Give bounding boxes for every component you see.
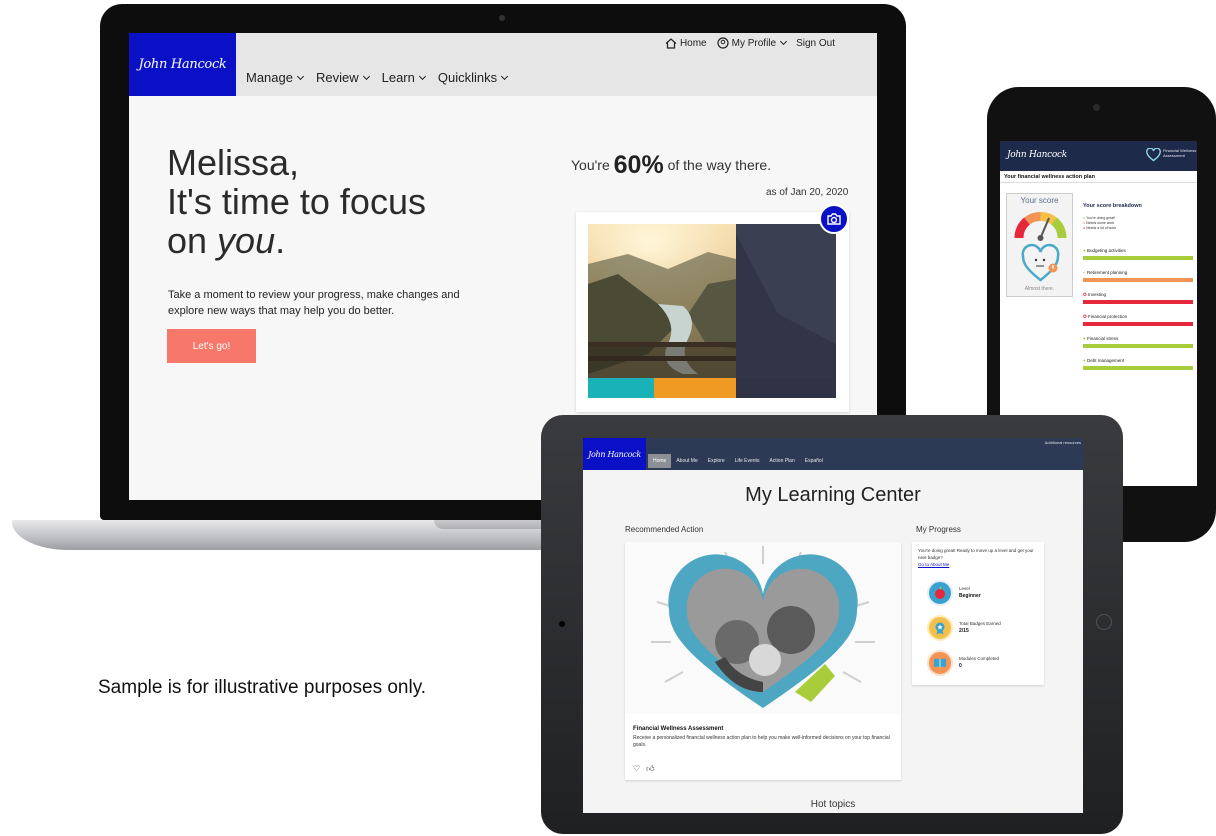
chevron-down-icon: [780, 37, 788, 46]
tab-about-me[interactable]: About Me: [671, 454, 702, 468]
lot-of-work-status-icon: ✪: [1083, 292, 1087, 297]
modules-completed-icon: [927, 650, 953, 676]
john-hancock-logo: John Hancock: [1007, 150, 1067, 160]
tablet-home-button: [1096, 614, 1112, 630]
phone-header: John Hancock Financial Wellness Assessme…: [1000, 141, 1197, 171]
chevron-down-icon: [501, 72, 509, 80]
home-link[interactable]: Home: [665, 38, 707, 49]
category-budgeting[interactable]: ● Budgeting activities: [1083, 248, 1193, 253]
tab-home[interactable]: Home: [648, 454, 672, 468]
badges-earned-icon: [927, 615, 953, 641]
family-heart-image: [625, 542, 901, 714]
main-menu: Manage Review Learn Quicklinks: [246, 70, 509, 85]
user-circle-icon: [717, 37, 729, 49]
hero-subtext: Take a moment to review your progress, m…: [168, 289, 460, 317]
tablet-camera: [559, 621, 565, 627]
some-work-status-icon: ●: [1083, 221, 1086, 225]
recommended-action-card[interactable]: Financial Wellness Assessment Receive a …: [625, 542, 901, 780]
badges-earned-value: 2/15: [959, 628, 969, 634]
sign-out-link[interactable]: Sign Out: [796, 38, 835, 49]
category-stress[interactable]: ● Financial stress: [1083, 336, 1193, 341]
badges-earned-label: Total Badges Earned: [959, 621, 1001, 626]
category-debt[interactable]: ● Debt management: [1083, 358, 1193, 363]
category-retirement[interactable]: ◐ Retirement planning: [1083, 270, 1193, 275]
my-progress-card: You're doing great! Ready to move up a l…: [912, 542, 1044, 685]
great-status-icon: ●: [1083, 358, 1086, 363]
progress-message: You're doing great! Ready to move up a l…: [918, 548, 1034, 560]
chevron-down-icon: [296, 72, 305, 80]
category-investing[interactable]: ✪ Investing: [1083, 292, 1193, 298]
card-title: Financial Wellness Assessment: [633, 726, 724, 732]
modules-completed-value: 0: [959, 663, 962, 669]
score-title: Your score: [1020, 196, 1059, 205]
john-hancock-logo[interactable]: John Hancock: [129, 33, 236, 96]
tab-espanol[interactable]: Español: [800, 454, 828, 468]
camera-badge-button[interactable]: [819, 204, 849, 234]
thumbs-up-icon[interactable]: 👍︎: [646, 764, 654, 774]
breakdown-title: Your score breakdown: [1083, 203, 1142, 209]
level-value: Beginner: [959, 593, 981, 599]
breakdown-legend: ● You're doing great! ● Needs some work …: [1083, 216, 1117, 230]
menu-manage[interactable]: Manage: [246, 70, 305, 85]
some-work-status-icon: ◐: [1083, 270, 1086, 275]
recommended-heading: Recommended Action: [625, 525, 704, 534]
heart-icon: [1146, 148, 1161, 162]
tab-action-plan[interactable]: Action Plan: [764, 454, 799, 468]
camera-icon: [827, 213, 841, 225]
laptop-camera: [499, 15, 505, 21]
phone-page-title: Your financial wellness action plan: [1000, 171, 1197, 183]
go-to-about-me-link[interactable]: Go to About Me: [918, 562, 949, 567]
utility-links: Home My Profile Sign Out: [665, 37, 835, 49]
additional-resources-link[interactable]: Additional resources: [1045, 440, 1081, 445]
modules-completed-label: Modules Completed: [959, 656, 1000, 661]
tablet-navigation: Additional resources Home About Me Explo…: [646, 438, 1083, 470]
my-profile-link[interactable]: My Profile: [717, 37, 788, 49]
home-icon: [665, 37, 677, 49]
disclaimer-caption: Sample is for illustrative purposes only…: [98, 677, 427, 698]
score-card: Your score Almost there.: [1006, 193, 1073, 297]
john-hancock-logo[interactable]: John Hancock: [583, 438, 646, 470]
chevron-down-icon: [362, 72, 370, 80]
score-gauge: [1014, 212, 1067, 282]
chevron-down-icon: [418, 72, 426, 80]
great-status-icon: ●: [1083, 248, 1086, 253]
lot-of-work-status-icon: ✪: [1083, 314, 1087, 319]
great-status-icon: ●: [1083, 336, 1086, 341]
card-description: Receive a personalized financial wellnes…: [633, 735, 890, 748]
progress-heading: You're 60% of the way there.: [571, 151, 772, 179]
heart-icon[interactable]: ♡: [633, 764, 640, 774]
landscape-photo: [588, 224, 836, 398]
progress-date: as of Jan 20, 2020: [766, 187, 849, 198]
score-status: Almost there.: [1024, 286, 1055, 292]
progress-image-card[interactable]: [576, 212, 849, 412]
great-status-icon: ●: [1083, 216, 1086, 220]
menu-review[interactable]: Review: [316, 70, 370, 85]
top-navigation: Home My Profile Sign Out Manage Review L…: [236, 33, 877, 96]
level-badge-icon: [927, 580, 953, 606]
fwa-brand-text: Financial Wellness Assessment: [1163, 148, 1197, 158]
category-bar: [1083, 344, 1193, 348]
category-bar: [1083, 366, 1193, 370]
level-label: Level: [959, 586, 970, 591]
category-protection[interactable]: ✪ Financial protection: [1083, 314, 1193, 320]
tablet-menu: Home About Me Explore Life Events Action…: [648, 454, 828, 468]
category-bar: [1083, 278, 1193, 282]
hot-topics-heading: Hot topics: [810, 799, 856, 810]
lot-of-work-status-icon: ●: [1083, 226, 1086, 230]
card-actions: ♡ 👍︎: [633, 764, 655, 774]
category-bar: [1083, 300, 1193, 304]
lets-go-button[interactable]: Let's go!: [167, 329, 256, 363]
hero-heading: Melissa, It's time to focus on you.: [167, 142, 426, 261]
menu-quicklinks[interactable]: Quicklinks: [438, 70, 509, 85]
tablet-screen: John Hancock Additional resources Home A…: [583, 438, 1083, 813]
category-bar: [1083, 322, 1193, 326]
category-bar: [1083, 256, 1193, 260]
tab-life-events[interactable]: Life Events: [730, 454, 765, 468]
phone-camera: [1093, 104, 1100, 111]
menu-learn[interactable]: Learn: [382, 70, 426, 85]
my-progress-heading: My Progress: [916, 525, 961, 534]
tab-explore[interactable]: Explore: [703, 454, 730, 468]
page-title: My Learning Center: [745, 484, 921, 506]
